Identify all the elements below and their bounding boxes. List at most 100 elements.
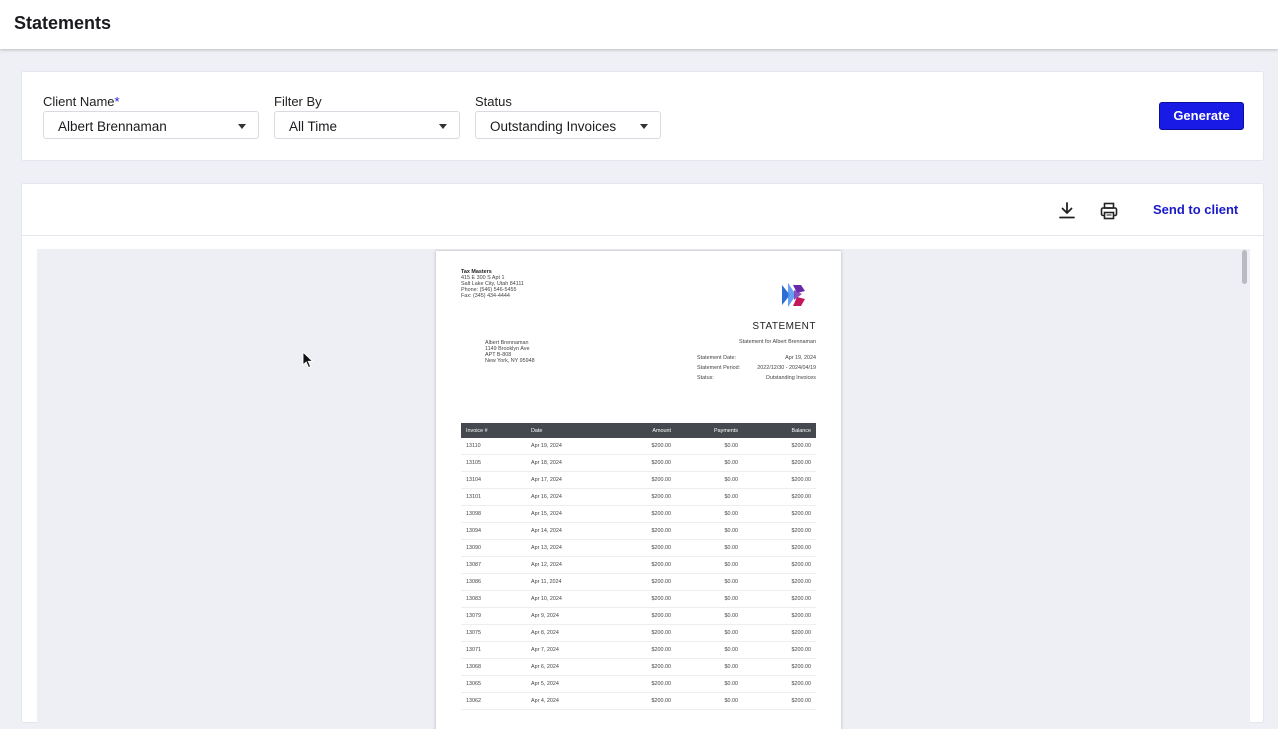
balance-cell: $200.00 — [791, 494, 812, 500]
invoice-table-header: Invoice # Date Amount Payments Balance — [461, 423, 816, 438]
table-row: 13065 Apr 5, 2024 $200.00 $0.00 $200.00 — [461, 676, 816, 693]
payments-cell: $0.00 — [724, 613, 739, 619]
status-label: Status — [475, 94, 512, 109]
mouse-cursor-icon — [302, 351, 314, 369]
page-title: Statements — [14, 13, 112, 33]
status-select[interactable]: Outstanding Invoices — [475, 111, 661, 139]
balance-cell: $200.00 — [791, 511, 812, 517]
invoice-number-cell: 13101 — [466, 494, 481, 500]
preview-toolbar: Send to client — [22, 184, 1263, 236]
recipient-line: New York, NY 95948 — [485, 358, 535, 364]
invoice-date-cell: Apr 10, 2024 — [531, 596, 562, 602]
table-row: 13105 Apr 18, 2024 $200.00 $0.00 $200.00 — [461, 455, 816, 472]
table-row: 13094 Apr 14, 2024 $200.00 $0.00 $200.00 — [461, 523, 816, 540]
download-icon[interactable] — [1057, 201, 1077, 221]
recipient-address: Albert Brennaman 1149 Brooklyn Ave APT B… — [485, 340, 535, 364]
amount-cell: $200.00 — [651, 511, 672, 517]
amount-cell: $200.00 — [651, 579, 672, 585]
invoice-date-cell: Apr 11, 2024 — [531, 579, 562, 585]
invoice-number-cell: 13098 — [466, 511, 481, 517]
invoice-number-cell: 13094 — [466, 528, 481, 534]
statement-title: STATEMENT — [752, 321, 816, 332]
invoice-date-cell: Apr 16, 2024 — [531, 494, 562, 500]
amount-cell: $200.00 — [651, 596, 672, 602]
table-row: 13087 Apr 12, 2024 $200.00 $0.00 $200.00 — [461, 557, 816, 574]
printer-icon[interactable] — [1099, 201, 1119, 221]
balance-cell: $200.00 — [791, 664, 812, 670]
payments-cell: $0.00 — [724, 596, 739, 602]
payments-cell: $0.00 — [724, 562, 739, 568]
invoice-number-cell: 13065 — [466, 681, 481, 687]
invoice-date-cell: Apr 19, 2024 — [531, 443, 562, 449]
balance-cell: $200.00 — [791, 681, 812, 687]
amount-cell: $200.00 — [651, 494, 672, 500]
balance-cell: $200.00 — [791, 596, 812, 602]
invoice-number-cell: 13071 — [466, 647, 481, 653]
filter-by-select[interactable]: All Time — [274, 111, 460, 139]
invoice-date-cell: Apr 4, 2024 — [531, 698, 559, 704]
invoice-number-cell: 13086 — [466, 579, 481, 585]
payments-cell: $0.00 — [724, 443, 739, 449]
amount-cell: $200.00 — [651, 698, 672, 704]
amount-cell: $200.00 — [651, 664, 672, 670]
amount-cell: $200.00 — [651, 460, 672, 466]
balance-cell: $200.00 — [791, 630, 812, 636]
payments-cell: $0.00 — [724, 511, 739, 517]
balance-cell: $200.00 — [791, 579, 812, 585]
status-field: Status Outstanding Invoices — [475, 94, 661, 139]
viewer-scrollbar[interactable] — [1242, 250, 1247, 284]
table-row: 13104 Apr 17, 2024 $200.00 $0.00 $200.00 — [461, 472, 816, 489]
invoice-date-cell: Apr 8, 2024 — [531, 630, 559, 636]
client-name-select[interactable]: Albert Brennaman — [43, 111, 259, 139]
table-row: 13110 Apr 19, 2024 $200.00 $0.00 $200.00 — [461, 438, 816, 455]
filter-by-label: Filter By — [274, 94, 322, 109]
invoice-number-cell: 13068 — [466, 664, 481, 670]
payments-cell: $0.00 — [724, 477, 739, 483]
table-row: 13079 Apr 9, 2024 $200.00 $0.00 $200.00 — [461, 608, 816, 625]
table-row: 13098 Apr 15, 2024 $200.00 $0.00 $200.00 — [461, 506, 816, 523]
invoice-date-cell: Apr 6, 2024 — [531, 664, 559, 670]
document-viewer[interactable]: Tax Masters 415 E 300 S Apt 1 Salt Lake … — [37, 249, 1250, 729]
amount-cell: $200.00 — [651, 647, 672, 653]
top-bar: Statements — [0, 0, 1278, 49]
payments-cell: $0.00 — [724, 528, 739, 534]
balance-cell: $200.00 — [791, 613, 812, 619]
balance-cell: $200.00 — [791, 647, 812, 653]
payments-cell: $0.00 — [724, 664, 739, 670]
meta-row-date: Statement Date: Apr 19, 2024 — [697, 355, 816, 361]
meta-row-status: Status: Outstanding Invoices — [697, 375, 816, 381]
company-logo-icon — [782, 283, 805, 307]
send-to-client-button[interactable]: Send to client — [1153, 202, 1238, 217]
invoice-date-cell: Apr 5, 2024 — [531, 681, 559, 687]
amount-cell: $200.00 — [651, 630, 672, 636]
invoice-number-cell: 13110 — [466, 443, 481, 449]
statement-document: Tax Masters 415 E 300 S Apt 1 Salt Lake … — [436, 251, 841, 729]
invoice-number-cell: 13090 — [466, 545, 481, 551]
table-row: 13090 Apr 13, 2024 $200.00 $0.00 $200.00 — [461, 540, 816, 557]
payments-cell: $0.00 — [724, 460, 739, 466]
balance-cell: $200.00 — [791, 460, 812, 466]
invoice-number-cell: 13079 — [466, 613, 481, 619]
invoice-date-cell: Apr 18, 2024 — [531, 460, 562, 466]
balance-cell: $200.00 — [791, 443, 812, 449]
amount-cell: $200.00 — [651, 528, 672, 534]
invoice-date-cell: Apr 15, 2024 — [531, 511, 562, 517]
invoice-number-cell: 13105 — [466, 460, 481, 466]
company-line: Fax: (345) 434-4444 — [461, 293, 510, 299]
invoice-date-cell: Apr 12, 2024 — [531, 562, 562, 568]
payments-cell: $0.00 — [724, 494, 739, 500]
invoice-number-cell: 13083 — [466, 596, 481, 602]
payments-cell: $0.00 — [724, 698, 739, 704]
required-mark: * — [114, 94, 120, 109]
table-row: 13101 Apr 16, 2024 $200.00 $0.00 $200.00 — [461, 489, 816, 506]
balance-cell: $200.00 — [791, 562, 812, 568]
table-row: 13068 Apr 6, 2024 $200.00 $0.00 $200.00 — [461, 659, 816, 676]
filters-panel: Client Name* Albert Brennaman Filter By … — [21, 71, 1264, 161]
generate-button[interactable]: Generate — [1159, 102, 1244, 130]
invoice-number-cell: 13062 — [466, 698, 481, 704]
payments-cell: $0.00 — [724, 630, 739, 636]
table-row: 13071 Apr 7, 2024 $200.00 $0.00 $200.00 — [461, 642, 816, 659]
company-address: Tax Masters 415 E 300 S Apt 1 Salt Lake … — [461, 269, 524, 299]
statement-meta: Statement Date: Apr 19, 2024 Statement P… — [697, 355, 816, 385]
client-name-value: Albert Brennaman — [58, 119, 167, 134]
